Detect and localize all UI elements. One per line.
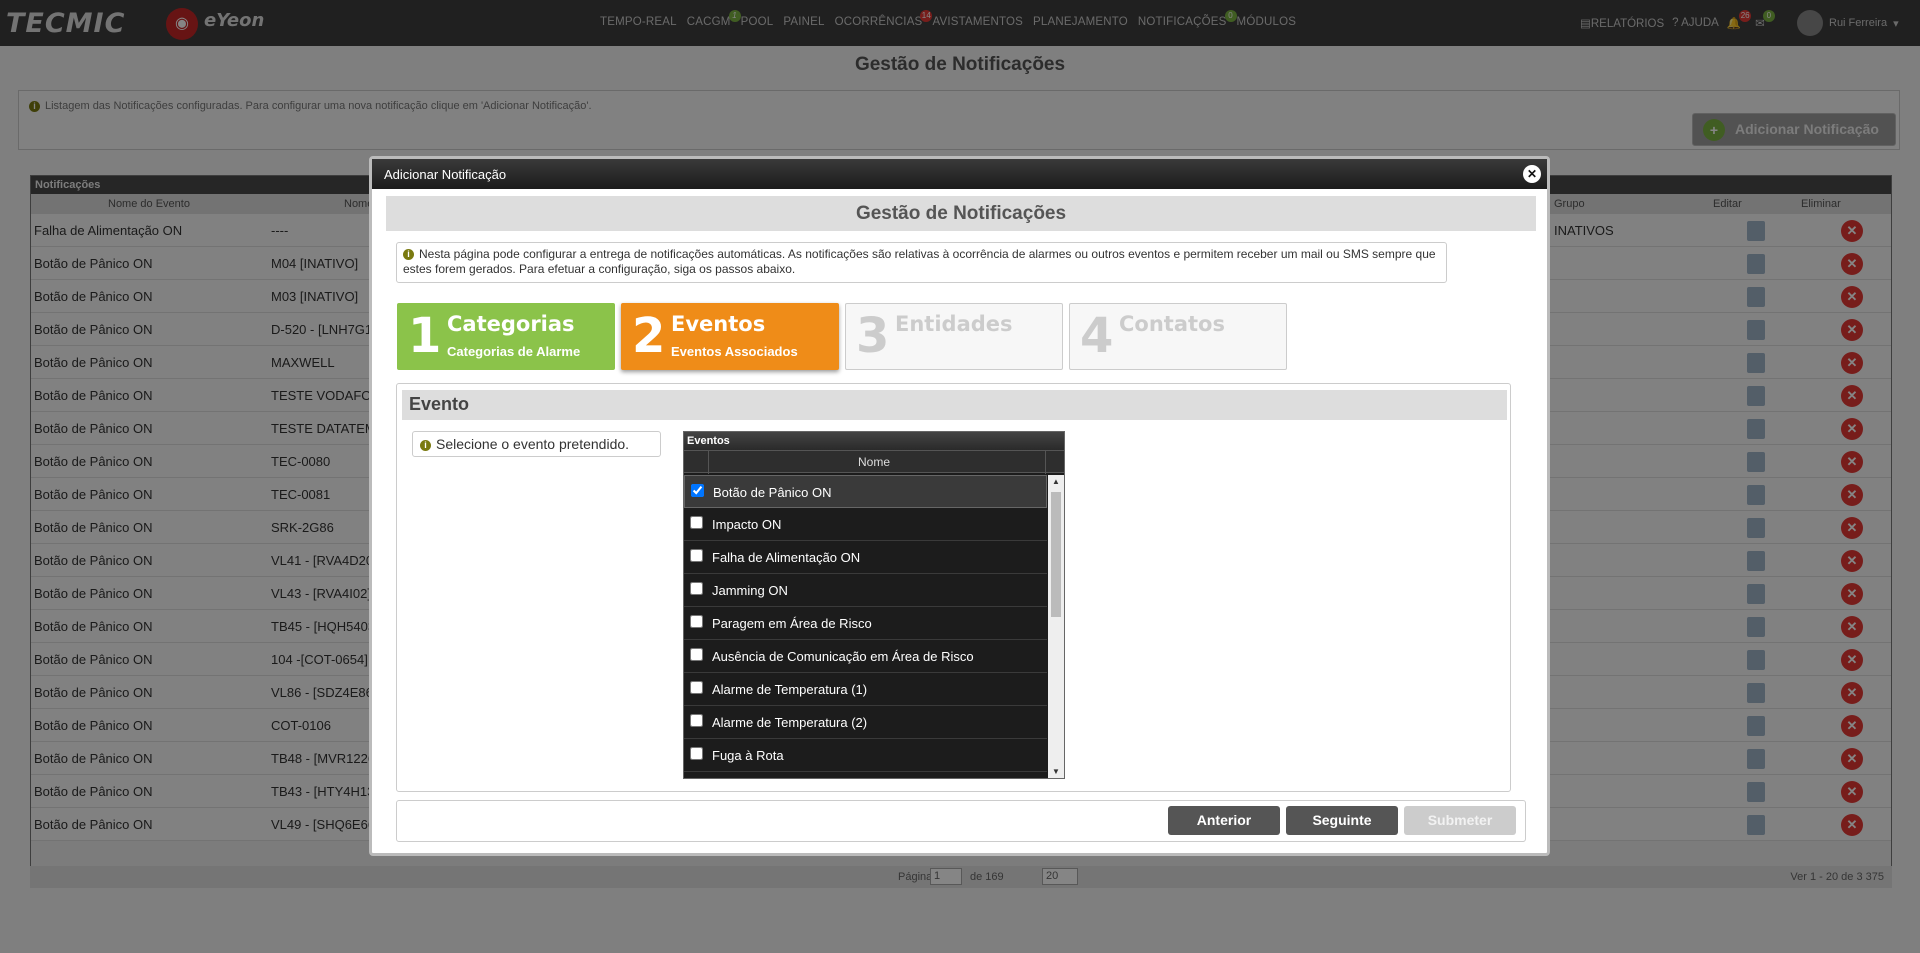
event-label: Alarme de Temperatura (1) [712,682,868,697]
event-row[interactable]: Botão de Pânico ON [684,475,1047,508]
events-col-name[interactable]: Nome [684,450,1064,474]
event-checkbox[interactable] [690,681,703,694]
select-event-hint: i Selecione o evento pretendido. [412,431,661,457]
event-checkbox[interactable] [690,549,703,562]
dialog-info-text: Nesta página pode configurar a entrega d… [403,247,1436,276]
step-subtitle: Eventos Associados [671,344,798,359]
dialog-titlebar: Adicionar Notificação ✕ [372,159,1547,189]
event-label: Jamming ON [712,583,788,598]
scroll-up-icon[interactable]: ▲ [1052,477,1060,486]
close-icon[interactable]: ✕ [1523,165,1541,183]
event-label: Botão de Pânico ON [713,485,832,500]
events-scrollbar[interactable]: ▲ ▼ [1048,475,1064,778]
add-notification-dialog: Adicionar Notificação ✕ Gestão de Notifi… [369,156,1550,856]
info-icon: i [420,439,431,451]
submit-button[interactable]: Submeter [1404,806,1516,835]
event-row[interactable]: Jamming ON [684,574,1047,607]
event-checkbox[interactable] [690,714,703,727]
step-contatos[interactable]: 4 Contatos [1069,303,1287,370]
event-row[interactable]: Alarme de Temperatura (1) [684,673,1047,706]
step-eventos[interactable]: 2 Eventos Eventos Associados [621,303,839,370]
event-label: Impacto ON [712,517,782,532]
dialog-footer: Anterior Seguinte Submeter [396,800,1526,842]
dialog-info-box: i Nesta página pode configurar a entrega … [396,242,1447,283]
step-number: 2 [632,308,666,364]
event-checkbox[interactable] [691,484,704,497]
step-number: 4 [1080,308,1114,364]
step-subtitle: Categorias de Alarme [447,344,581,359]
dialog-title: Adicionar Notificação [384,167,507,182]
step-title: Entidades [895,312,1013,336]
events-list: Botão de Pânico ON Impacto ON Falha de Ali… [684,475,1047,772]
event-label: Fuga à Rota [712,748,784,763]
event-row[interactable]: Alarme de Temperatura (2) [684,706,1047,739]
event-panel: Evento i Selecione o evento pretendido. E… [396,383,1511,792]
next-button[interactable]: Seguinte [1286,806,1398,835]
step-title: Contatos [1119,312,1225,336]
events-grid: Eventos Nome Botão de Pânico ON Impacto O… [683,431,1065,779]
event-row[interactable]: Fuga à Rota [684,739,1047,772]
event-label: Alarme de Temperatura (2) [712,715,868,730]
event-label: Paragem em Área de Risco [712,616,872,631]
event-checkbox[interactable] [690,615,703,628]
step-number: 3 [856,308,890,364]
step-entidades[interactable]: 3 Entidades [845,303,1063,370]
step-categorias[interactable]: 1 Categorias Categorias de Alarme [397,303,615,370]
event-label: Ausência de Comunicação em Área de Risco [712,649,974,664]
event-label: Falha de Alimentação ON [712,550,861,565]
scrollbar-thumb[interactable] [1051,492,1061,617]
event-row[interactable]: Impacto ON [684,508,1047,541]
panel-title: Evento [402,390,1507,420]
info-icon: i [403,249,414,261]
event-checkbox[interactable] [690,747,703,760]
event-checkbox[interactable] [690,582,703,595]
previous-button[interactable]: Anterior [1168,806,1280,835]
events-caption: Eventos [684,432,1064,450]
event-checkbox[interactable] [690,516,703,529]
dialog-heading: Gestão de Notificações [386,196,1536,231]
event-row[interactable]: Paragem em Área de Risco [684,607,1047,640]
step-title: Categorias [447,312,575,336]
event-row[interactable]: Falha de Alimentação ON [684,541,1047,574]
event-checkbox[interactable] [690,648,703,661]
step-title: Eventos [671,312,766,336]
hint-text: Selecione o evento pretendido. [436,436,630,452]
step-number: 1 [408,308,442,364]
scroll-down-icon[interactable]: ▼ [1052,767,1060,776]
event-row[interactable]: Ausência de Comunicação em Área de Risco [684,640,1047,673]
